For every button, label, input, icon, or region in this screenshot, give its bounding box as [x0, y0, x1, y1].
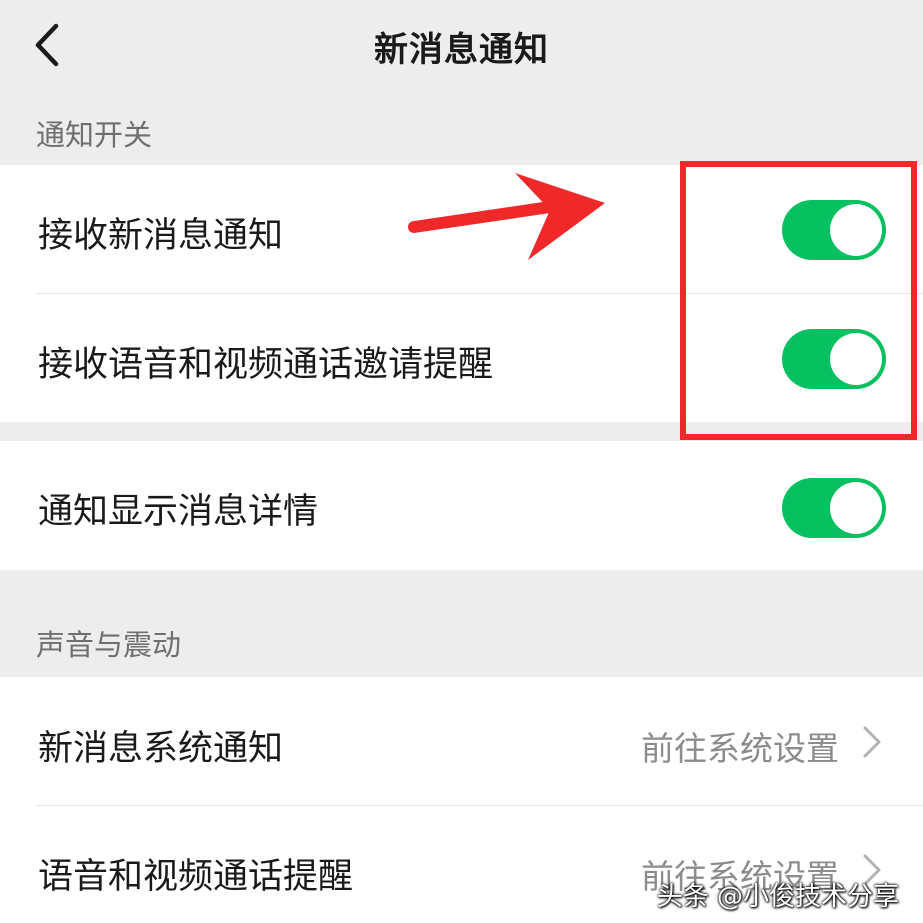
row-label: 接收语音和视频通话邀请提醒 — [38, 345, 494, 385]
row-system-notification[interactable]: 新消息系统通知 前往系统设置 — [0, 677, 923, 805]
annotation-highlight-box — [680, 161, 917, 440]
row-show-message-detail[interactable]: 通知显示消息详情 — [0, 441, 923, 570]
row-label: 语音和视频通话提醒 — [38, 857, 354, 897]
annotation-arrow-icon — [408, 173, 605, 260]
page-title: 新消息通知 — [374, 30, 549, 70]
watermark: 头条 @小俊技术分享 — [656, 882, 899, 912]
row-value: 前往系统设置 — [641, 729, 839, 768]
nav-bar: 新消息通知 — [0, 0, 923, 95]
row-label: 通知显示消息详情 — [38, 492, 319, 532]
settings-group-detail: 通知显示消息详情 — [0, 441, 923, 570]
chevron-right-icon — [863, 726, 881, 758]
show-message-detail-toggle[interactable] — [782, 478, 886, 538]
section-label-notification-switch: 通知开关 — [36, 118, 153, 152]
toggle-knob — [830, 482, 882, 534]
section-label-sound-vibration: 声音与震动 — [36, 628, 182, 662]
row-label: 新消息系统通知 — [38, 729, 284, 769]
row-label: 接收新消息通知 — [38, 216, 284, 256]
